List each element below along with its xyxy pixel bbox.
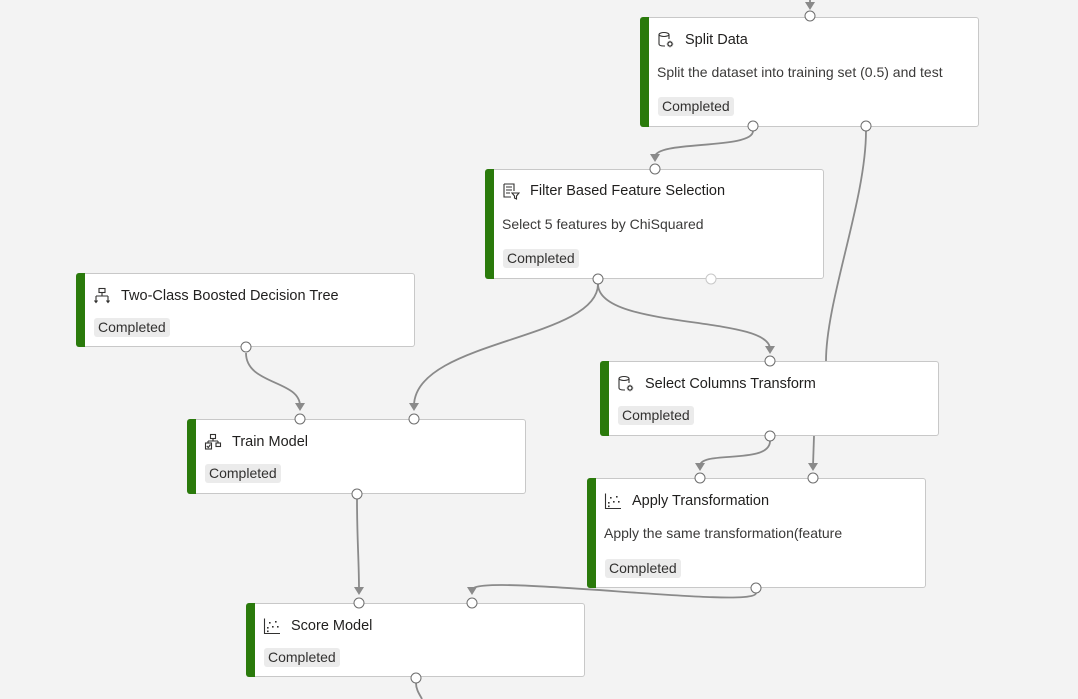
- arrowhead: [695, 463, 705, 471]
- input-port[interactable]: [649, 163, 661, 175]
- module-score-model[interactable]: Score Model Completed: [246, 603, 585, 677]
- module-description: Select 5 features by ChiSquared: [502, 216, 704, 232]
- status-bar: [587, 478, 596, 588]
- module-title-text: Score Model: [291, 618, 373, 634]
- output-port[interactable]: [705, 273, 717, 285]
- module-title-text: Two-Class Boosted Decision Tree: [121, 288, 339, 304]
- edge-filter-selectcols[interactable]: [597, 283, 771, 350]
- arrowhead: [650, 154, 660, 162]
- module-title-text: Select Columns Transform: [645, 376, 816, 392]
- arrowhead: [354, 587, 364, 595]
- output-port[interactable]: [860, 120, 872, 132]
- output-port[interactable]: [764, 430, 776, 442]
- module-split-data[interactable]: Split Data Split the dataset into traini…: [640, 17, 979, 127]
- output-port[interactable]: [351, 488, 363, 500]
- status-bar: [187, 419, 196, 494]
- status-bar: [485, 169, 494, 279]
- status-badge: Completed: [618, 406, 694, 425]
- module-title: Two-Class Boosted Decision Tree: [93, 287, 339, 305]
- module-title-text: Apply Transformation: [632, 493, 770, 509]
- status-badge: Completed: [658, 97, 734, 116]
- output-port[interactable]: [747, 120, 759, 132]
- output-port[interactable]: [592, 273, 604, 285]
- edge-split-apply[interactable]: [825, 130, 867, 362]
- module-description: Split the dataset into training set (0.5…: [657, 64, 943, 80]
- database-gear-icon: [618, 375, 634, 392]
- module-title: Filter Based Feature Selection: [502, 182, 725, 200]
- module-two-class-boosted-tree[interactable]: Two-Class Boosted Decision Tree Complete…: [76, 273, 415, 347]
- input-port[interactable]: [466, 597, 478, 609]
- module-description: Apply the same transformation(feature: [604, 525, 843, 541]
- status-badge: Completed: [205, 464, 281, 483]
- output-port[interactable]: [240, 341, 252, 353]
- status-bar: [76, 273, 85, 347]
- input-port[interactable]: [294, 413, 306, 425]
- scatter-icon: [263, 618, 280, 635]
- output-port[interactable]: [750, 582, 762, 594]
- scatter-icon: [604, 493, 621, 510]
- module-title: Apply Transformation: [604, 492, 769, 510]
- status-bar: [246, 603, 255, 677]
- module-train-model[interactable]: Train Model Completed: [187, 419, 526, 494]
- module-title: Select Columns Transform: [617, 375, 816, 393]
- arrowhead: [808, 463, 818, 471]
- edge-filter-train[interactable]: [413, 283, 599, 407]
- module-title-text: Split Data: [685, 32, 748, 48]
- input-port[interactable]: [694, 472, 706, 484]
- edge-train-score[interactable]: [356, 498, 360, 591]
- input-port[interactable]: [807, 472, 819, 484]
- database-gear-icon: [658, 31, 674, 48]
- input-port[interactable]: [764, 355, 776, 367]
- input-port[interactable]: [353, 597, 365, 609]
- status-badge: Completed: [605, 559, 681, 578]
- arrowhead: [467, 587, 477, 595]
- arrowhead: [765, 346, 775, 354]
- status-badge: Completed: [264, 648, 340, 667]
- status-bar: [600, 361, 609, 436]
- module-title-text: Filter Based Feature Selection: [530, 183, 726, 199]
- edge-score-downstream[interactable]: [415, 682, 423, 699]
- module-title: Split Data: [657, 31, 748, 49]
- output-port[interactable]: [410, 672, 422, 684]
- edge-split-apply-lower[interactable]: [812, 435, 815, 467]
- status-badge: Completed: [94, 318, 170, 337]
- train-model-icon: [204, 433, 222, 450]
- module-apply-transformation[interactable]: Apply Transformation Apply the same tran…: [587, 478, 926, 588]
- edge-selectcols-apply[interactable]: [699, 440, 771, 467]
- status-badge: Completed: [503, 249, 579, 268]
- arrowhead: [409, 403, 419, 411]
- input-port[interactable]: [408, 413, 420, 425]
- arrowhead: [295, 403, 305, 411]
- arrowhead: [805, 2, 815, 10]
- edge-split-filter[interactable]: [654, 130, 754, 158]
- list-filter-icon: [503, 183, 520, 200]
- decision-tree-icon: [94, 287, 110, 304]
- edge-tree-train[interactable]: [245, 352, 301, 407]
- input-port[interactable]: [804, 10, 816, 22]
- module-filter-feature-selection[interactable]: Filter Based Feature Selection Select 5 …: [485, 169, 824, 279]
- status-bar: [640, 17, 649, 127]
- module-title: Score Model: [263, 617, 372, 635]
- module-title-text: Train Model: [232, 434, 309, 450]
- module-title: Train Model: [204, 433, 308, 451]
- module-select-columns-transform[interactable]: Select Columns Transform Completed: [600, 361, 939, 436]
